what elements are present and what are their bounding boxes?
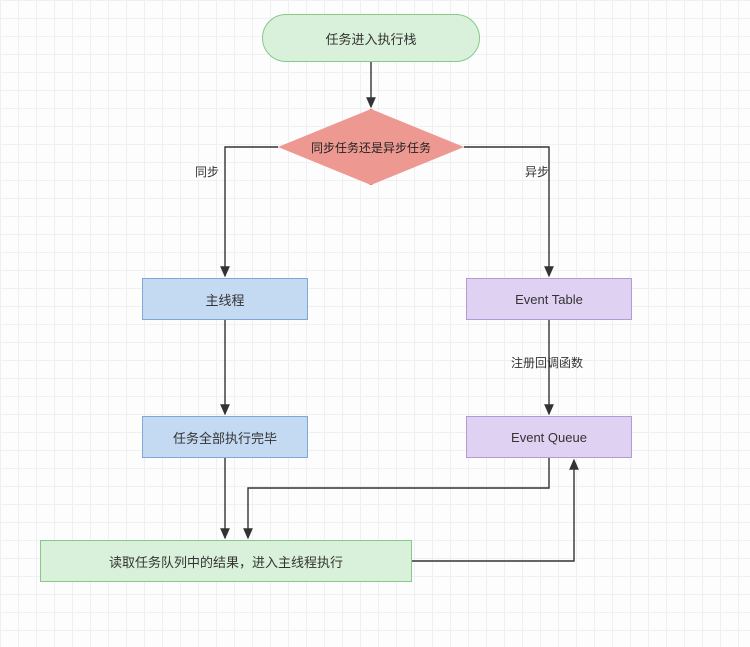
all-done-label: 任务全部执行完毕 <box>173 428 277 447</box>
all-done-node: 任务全部执行完毕 <box>142 416 308 458</box>
label-sync: 同步 <box>195 163 219 180</box>
label-async: 异步 <box>525 163 549 180</box>
main-thread-label: 主线程 <box>205 290 244 309</box>
main-thread-node: 主线程 <box>142 278 308 320</box>
decision-label: 同步任务还是异步任务 <box>278 109 464 185</box>
event-table-label: Event Table <box>515 292 583 307</box>
result-label: 读取任务队列中的结果，进入主线程执行 <box>109 552 343 571</box>
label-register-callback: 注册回调函数 <box>511 354 583 371</box>
event-queue-label: Event Queue <box>511 430 587 445</box>
decision-node: 同步任务还是异步任务 <box>278 109 464 185</box>
result-node: 读取任务队列中的结果，进入主线程执行 <box>40 540 412 582</box>
event-queue-node: Event Queue <box>466 416 632 458</box>
event-table-node: Event Table <box>466 278 632 320</box>
start-label: 任务进入执行栈 <box>325 29 416 48</box>
start-node: 任务进入执行栈 <box>262 14 480 62</box>
